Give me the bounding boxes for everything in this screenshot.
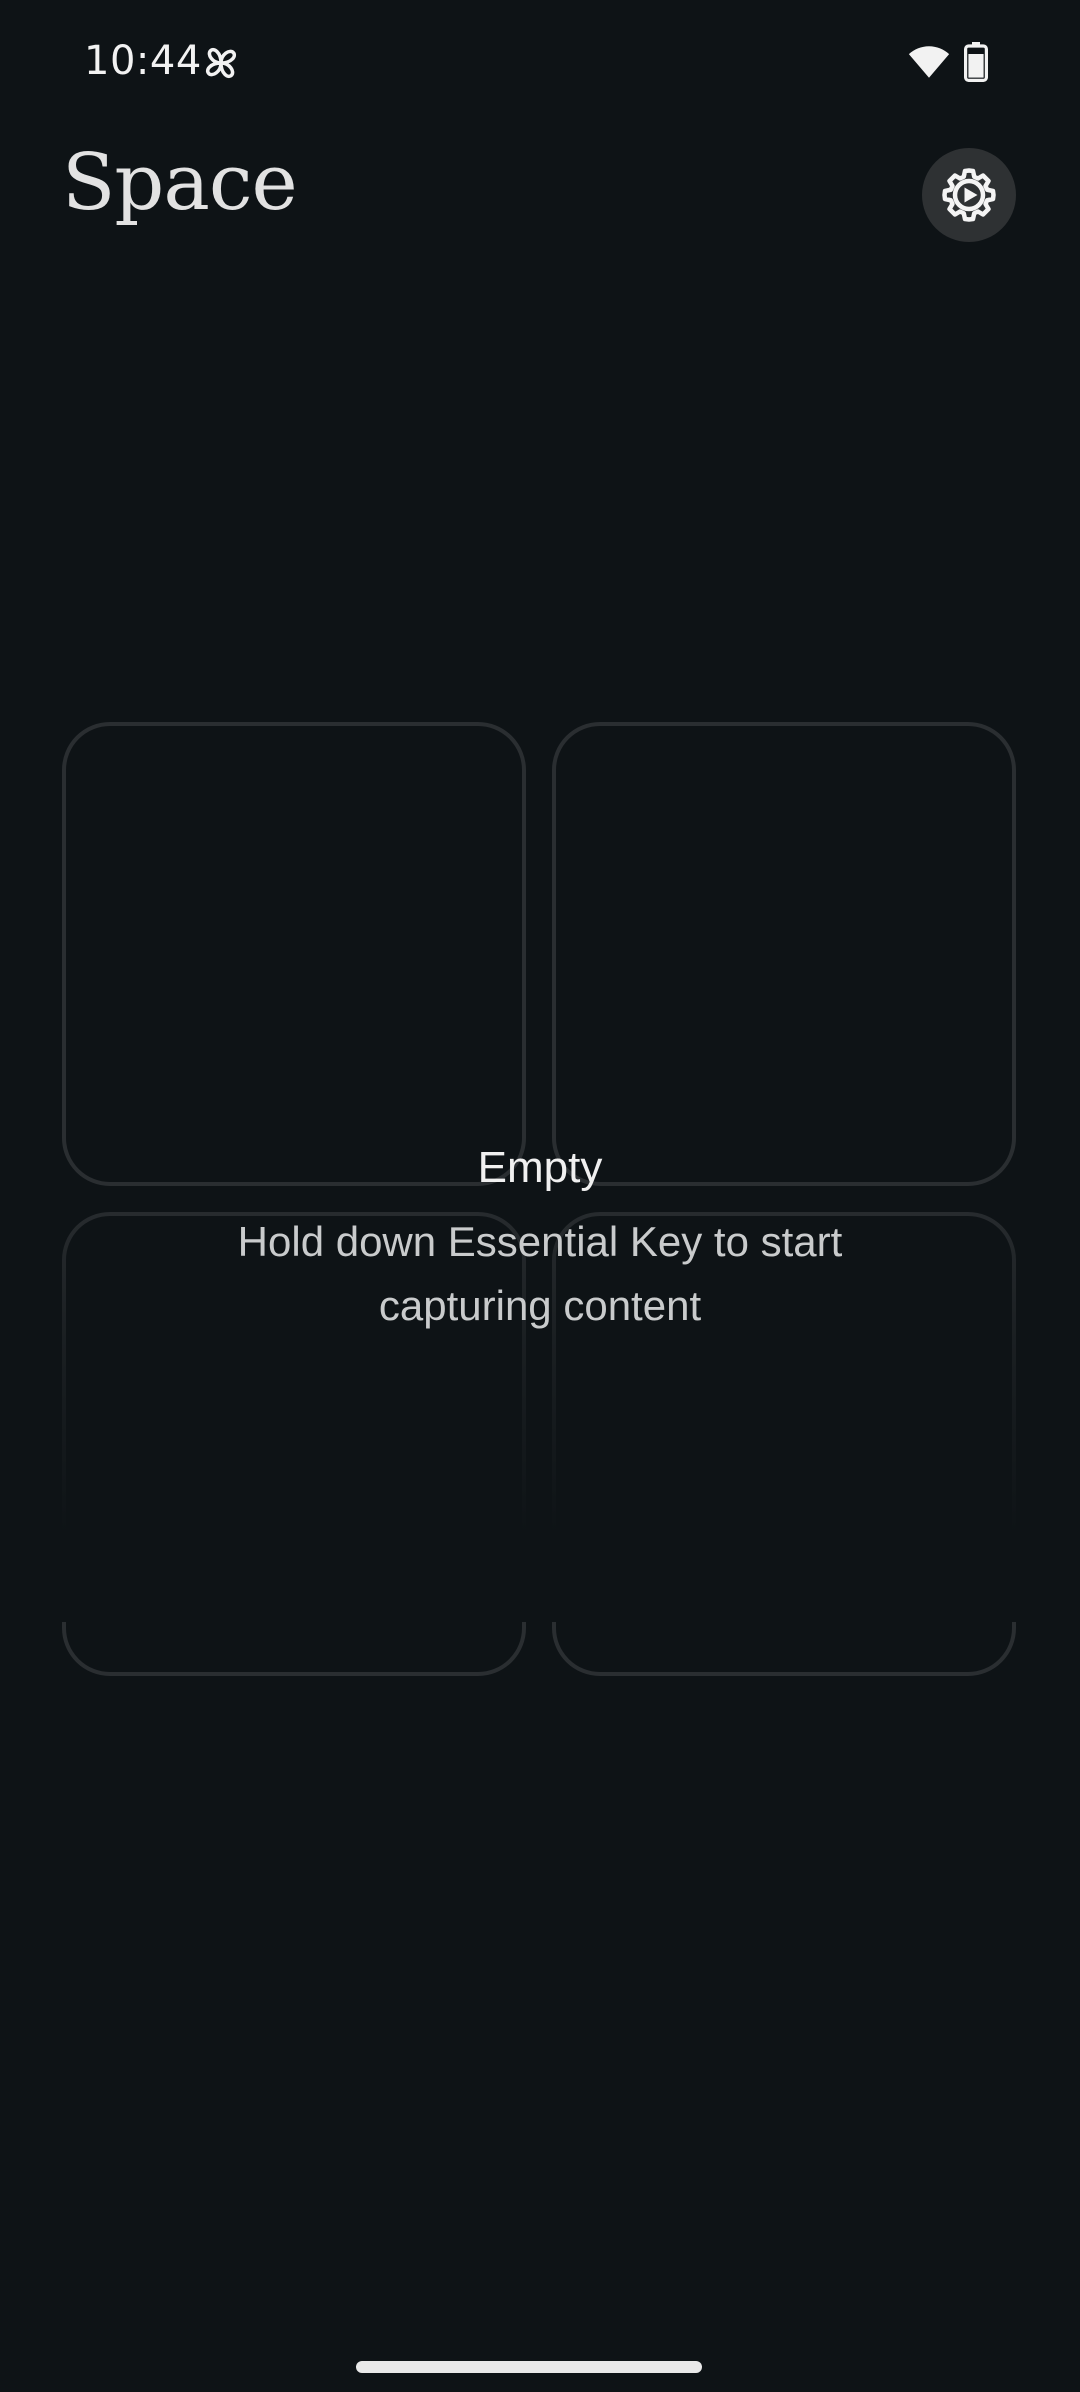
wifi-icon (908, 46, 950, 78)
home-indicator[interactable] (356, 2361, 702, 2373)
placeholder-tile (552, 722, 1016, 1186)
status-bar: 10:44 (0, 0, 1080, 130)
pinwheel-icon (205, 47, 237, 79)
empty-state: Empty Hold down Essential Key to start c… (0, 1138, 1080, 1338)
settings-button[interactable] (922, 148, 1016, 242)
status-time: 10:44 (84, 38, 202, 84)
battery-icon (964, 42, 988, 82)
gear-icon (942, 168, 996, 222)
page-title: Space (62, 138, 298, 228)
empty-state-message: Hold down Essential Key to start capturi… (237, 1218, 843, 1329)
placeholder-tile (62, 722, 526, 1186)
empty-state-title: Empty (477, 1143, 603, 1192)
